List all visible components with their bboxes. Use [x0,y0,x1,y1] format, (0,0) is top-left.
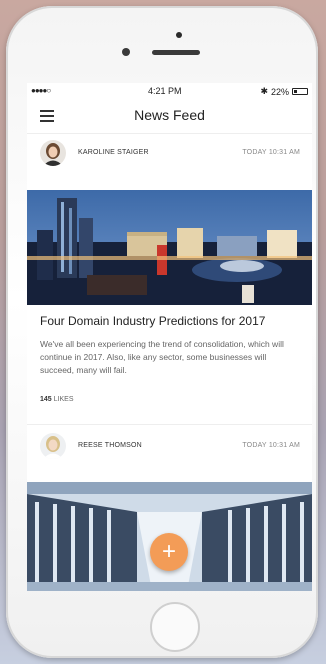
post-title[interactable]: Four Domain Industry Predictions for 201… [40,314,265,328]
signal-indicator: ●●●●○ [31,86,51,95]
plus-icon: + [161,538,176,565]
battery-percent: 22% [270,86,289,97]
app-screen: ●●●●○ 4:21 PM ✱ 22% News Feed KAROLINE S… [27,83,312,591]
post-image[interactable] [27,190,312,305]
bluetooth-icon: ✱ [260,86,268,96]
avatar[interactable] [40,433,66,459]
status-time: 4:21 PM [148,86,182,96]
add-post-button[interactable]: + [150,533,188,571]
nav-bar: News Feed [27,99,312,134]
likes-number: 145 [40,396,52,403]
post-time: TODAY 10:31 AM [242,442,300,449]
post-divider [27,424,312,425]
front-camera [176,32,182,38]
post-header: KAROLINE STAIGER TODAY 10:31 AM [27,134,312,178]
status-bar: ●●●●○ 4:21 PM ✱ 22% [27,83,312,99]
post-time: TODAY 10:31 AM [242,149,300,156]
post-author[interactable]: KAROLINE STAIGER [78,149,149,156]
likes-label: LIKES [53,396,74,403]
battery-fill [294,90,297,93]
battery-icon [292,88,308,95]
page-title: News Feed [134,107,205,123]
avatar[interactable] [40,140,66,166]
post-author[interactable]: REESE THOMSON [78,442,142,449]
post-header: REESE THOMSON TODAY 10:31 AM [27,427,312,471]
sensor-dot [122,48,130,56]
likes-count[interactable]: 145 LIKES [40,396,74,403]
home-button[interactable] [150,602,200,652]
earpiece-speaker [152,50,200,55]
post-body: We've all been experiencing the trend of… [40,339,284,375]
